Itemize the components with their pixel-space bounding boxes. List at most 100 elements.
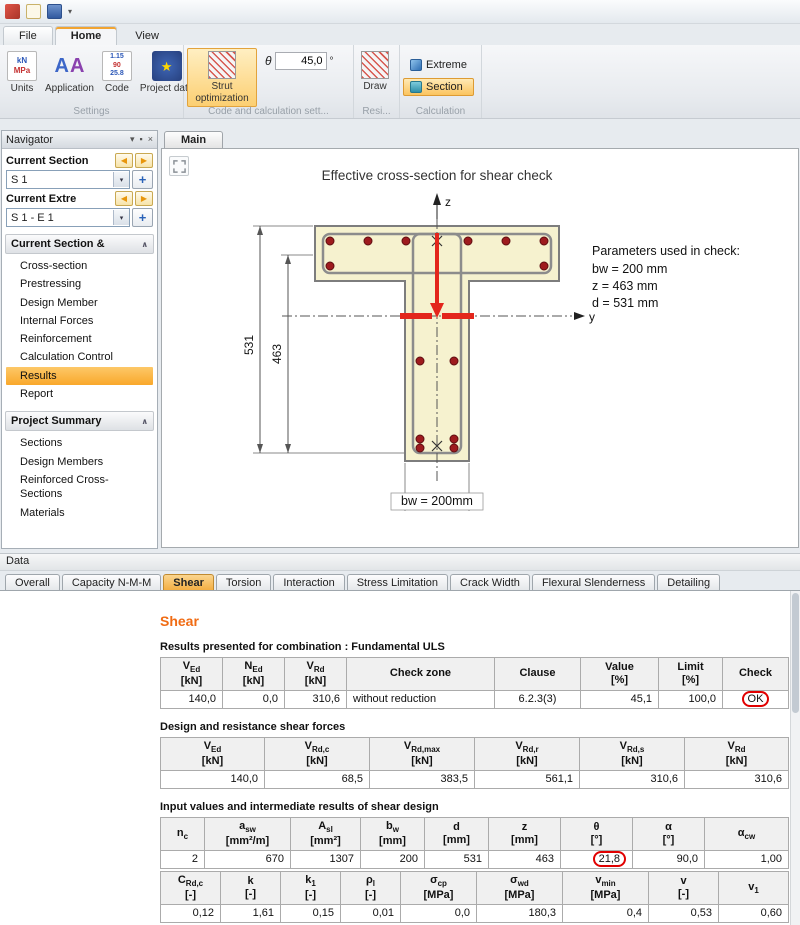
ribbon-tab-view[interactable]: View bbox=[119, 26, 175, 45]
table-cell: 0,4 bbox=[563, 904, 649, 922]
tab-crack-width[interactable]: Crack Width bbox=[450, 574, 530, 591]
tab-torsion[interactable]: Torsion bbox=[216, 574, 271, 591]
previous-extreme-button[interactable]: ◀ bbox=[115, 191, 133, 206]
strut-optimization-button[interactable]: Strut optimization bbox=[187, 48, 257, 107]
draw-label: Draw bbox=[363, 81, 386, 93]
chevron-down-icon: ▾ bbox=[113, 172, 129, 187]
highlighted-value: OK bbox=[742, 691, 770, 707]
nav-group-header-project-summary[interactable]: Project Summary∧ bbox=[5, 411, 154, 431]
save-icon[interactable] bbox=[47, 4, 62, 19]
quickbar-dropdown-icon[interactable]: ▾ bbox=[68, 7, 72, 16]
sidebar-item-calculation-control[interactable]: Calculation Control bbox=[6, 348, 153, 366]
column-header: VRd,c[kN] bbox=[265, 737, 370, 770]
nav-group-header-current-section[interactable]: Current Section &∧ bbox=[5, 234, 154, 254]
table-cell: 0,12 bbox=[161, 904, 221, 922]
pin-icon[interactable]: ▪ bbox=[140, 135, 143, 144]
drawing-title: Effective cross-section for shear check bbox=[322, 168, 553, 183]
table-cell: 670 bbox=[205, 850, 291, 868]
table-cell: 0,15 bbox=[281, 904, 341, 922]
table-cell: 6.2.3(3) bbox=[495, 690, 581, 708]
navigator-header[interactable]: Navigator ▾ ▪ × bbox=[2, 131, 157, 149]
tab-shear[interactable]: Shear bbox=[163, 574, 214, 591]
sidebar-item-design-members[interactable]: Design Members bbox=[6, 453, 153, 471]
window-menu-icon[interactable]: ▾ bbox=[130, 135, 135, 144]
sidebar-item-reinforcement[interactable]: Reinforcement bbox=[6, 330, 153, 348]
table-cell: 140,0 bbox=[161, 690, 223, 708]
theta-input[interactable] bbox=[275, 52, 327, 70]
sidebar-item-cross-section[interactable]: Cross-section bbox=[6, 257, 153, 275]
column-header: Value[%] bbox=[581, 658, 659, 691]
tab-stress-limitation[interactable]: Stress Limitation bbox=[347, 574, 448, 591]
column-header: v1 bbox=[719, 871, 789, 904]
vertical-scrollbar[interactable] bbox=[790, 591, 800, 925]
extreme-label: Extreme bbox=[426, 59, 467, 71]
ribbon-group-results: Draw Resi... bbox=[354, 45, 400, 118]
tab-detailing[interactable]: Detailing bbox=[657, 574, 720, 591]
current-section-select[interactable]: S 1 ▾ bbox=[6, 170, 130, 189]
sidebar-item-report[interactable]: Report bbox=[6, 385, 153, 403]
dim-bw-label: bw = 200mm bbox=[401, 494, 473, 508]
app-icon[interactable] bbox=[5, 4, 20, 19]
tab-overall[interactable]: Overall bbox=[5, 574, 60, 591]
tab-main[interactable]: Main bbox=[164, 131, 223, 148]
section-button[interactable]: Section bbox=[403, 78, 474, 96]
add-extreme-button[interactable]: + bbox=[132, 208, 153, 227]
table-cell: 0,0 bbox=[223, 690, 285, 708]
collapse-icon[interactable]: ∧ bbox=[142, 417, 149, 426]
previous-section-button[interactable]: ◀ bbox=[115, 153, 133, 168]
column-header: VRd,max[kN] bbox=[370, 737, 475, 770]
sidebar-item-sections[interactable]: Sections bbox=[6, 434, 153, 452]
table-cell: without reduction bbox=[347, 690, 495, 708]
param-bw: bw = 200 mm bbox=[592, 262, 667, 276]
y-axis-label: y bbox=[589, 310, 595, 324]
next-extreme-button[interactable]: ▶ bbox=[135, 191, 153, 206]
param-z: z = 463 mm bbox=[592, 279, 658, 293]
sidebar-item-reinforced-cross-sections[interactable]: Reinforced Cross-Sections bbox=[6, 471, 153, 504]
sidebar-item-prestressing[interactable]: Prestressing bbox=[6, 275, 153, 293]
table-cell: 2 bbox=[161, 850, 205, 868]
table-row: 0,121,610,150,010,0180,30,40,530,60 bbox=[161, 904, 789, 922]
close-icon[interactable]: × bbox=[148, 135, 153, 144]
column-header: NEd[kN] bbox=[223, 658, 285, 691]
tab-flexural-slenderness[interactable]: Flexural Slenderness bbox=[532, 574, 655, 591]
strut-optimization-icon bbox=[208, 51, 236, 79]
column-header: asw[mm²/m] bbox=[205, 817, 291, 850]
units-button[interactable]: kNMPaUnits bbox=[3, 48, 41, 98]
table-cell: 1,00 bbox=[705, 850, 789, 868]
ribbon-group-code-settings: Strut optimization θ ° Code and calculat… bbox=[184, 45, 354, 118]
current-extreme-select[interactable]: S 1 - E 1 ▾ bbox=[6, 208, 130, 227]
scrollbar-thumb[interactable] bbox=[792, 593, 799, 713]
sidebar-item-internal-forces[interactable]: Internal Forces bbox=[6, 312, 153, 330]
table-row: 140,00,0310,6without reduction6.2.3(3)45… bbox=[161, 690, 789, 708]
zoom-fit-icon[interactable] bbox=[169, 156, 189, 176]
units-icon: kNMPa bbox=[7, 51, 37, 81]
ribbon-tab-strip: FileHomeView bbox=[0, 24, 800, 45]
tab-interaction[interactable]: Interaction bbox=[273, 574, 344, 591]
column-header: σwd[MPa] bbox=[477, 871, 563, 904]
table-cell: 21,8 bbox=[561, 850, 633, 868]
sidebar-item-results[interactable]: Results bbox=[6, 367, 153, 385]
code-icon: 1.159025.8 bbox=[102, 51, 132, 81]
shear-zone-mark-right bbox=[442, 313, 474, 319]
ribbon-tab-home[interactable]: Home bbox=[55, 26, 118, 45]
dim-531-label: 531 bbox=[242, 335, 256, 355]
extreme-button[interactable]: Extreme bbox=[403, 56, 474, 74]
sidebar-item-materials[interactable]: Materials bbox=[6, 504, 153, 522]
new-document-icon[interactable] bbox=[26, 4, 41, 19]
drawing-canvas[interactable]: Effective cross-section for shear check … bbox=[161, 148, 799, 548]
results-heading: Shear bbox=[160, 613, 788, 629]
next-section-button[interactable]: ▶ bbox=[135, 153, 153, 168]
application-button[interactable]: AAApplication bbox=[41, 48, 98, 98]
tab-capacity-n-m-m[interactable]: Capacity N-M-M bbox=[62, 574, 161, 591]
strut-optimization-label: Strut optimization bbox=[191, 81, 253, 104]
table-row: 2670130720053146321,890,01,00 bbox=[161, 850, 789, 868]
section-icon bbox=[410, 81, 422, 93]
add-section-button[interactable]: + bbox=[132, 170, 153, 189]
column-header: Asl[mm²] bbox=[291, 817, 361, 850]
collapse-icon[interactable]: ∧ bbox=[142, 240, 149, 249]
sidebar-item-design-member[interactable]: Design Member bbox=[6, 294, 153, 312]
cross-section-drawing: Effective cross-section for shear check … bbox=[162, 149, 798, 547]
code-button[interactable]: 1.159025.8Code bbox=[98, 48, 136, 98]
draw-button[interactable]: Draw bbox=[357, 48, 393, 96]
ribbon-tab-file[interactable]: File bbox=[3, 26, 53, 45]
